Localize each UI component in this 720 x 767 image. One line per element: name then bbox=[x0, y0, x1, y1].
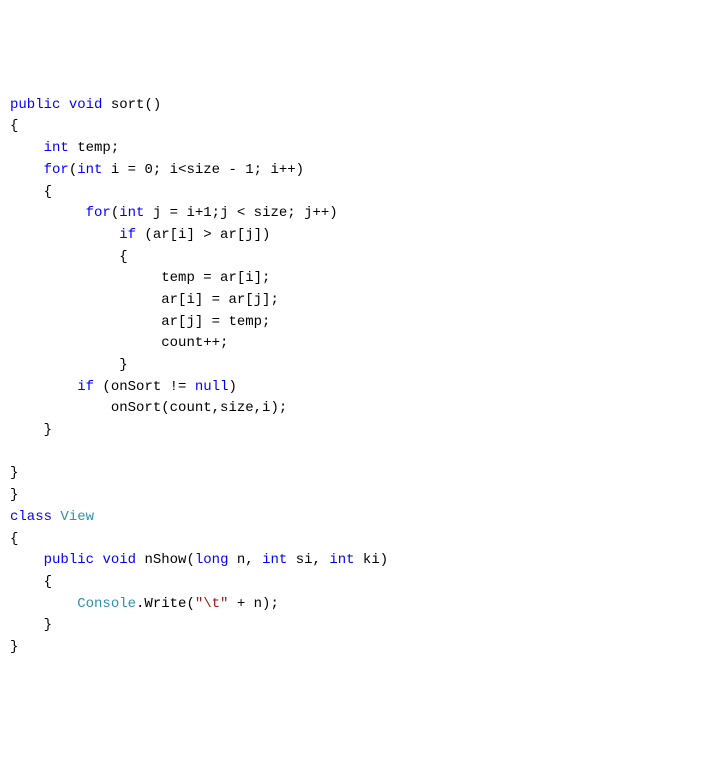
line: { bbox=[10, 118, 18, 134]
keyword-for: for bbox=[44, 162, 69, 178]
line: ar[i] = ar[j]; bbox=[10, 292, 279, 308]
line: } bbox=[10, 487, 18, 503]
line: { bbox=[10, 574, 52, 590]
line: Console.Write("\t" + n); bbox=[10, 596, 279, 612]
statement: ar[j] = temp; bbox=[161, 314, 270, 330]
keyword-class: class bbox=[10, 509, 52, 525]
line: if (ar[i] > ar[j]) bbox=[10, 227, 270, 243]
line: count++; bbox=[10, 335, 228, 351]
line: if (onSort != null) bbox=[10, 379, 237, 395]
keyword-int: int bbox=[262, 552, 287, 568]
keyword-int: int bbox=[329, 552, 354, 568]
call: .Write( bbox=[136, 596, 195, 612]
if-condition: (onSort != bbox=[94, 379, 195, 395]
class-name: View bbox=[60, 509, 94, 525]
line: } bbox=[10, 357, 128, 373]
line: for(int j = i+1;j < size; j++) bbox=[10, 205, 338, 221]
code-block: public void sort() { int temp; for(int i… bbox=[10, 95, 710, 659]
line: public void nShow(long n, int si, int ki… bbox=[10, 552, 388, 568]
line: { bbox=[10, 184, 52, 200]
line: } bbox=[10, 465, 18, 481]
class-console: Console bbox=[77, 596, 136, 612]
keyword-void: void bbox=[69, 97, 103, 113]
var-decl: temp; bbox=[69, 140, 119, 156]
line: temp = ar[i]; bbox=[10, 270, 270, 286]
line: } bbox=[10, 422, 52, 438]
for-header: j = i+1;j < size; j++) bbox=[144, 205, 337, 221]
statement: ar[i] = ar[j]; bbox=[161, 292, 279, 308]
line: onSort(count,size,i); bbox=[10, 400, 287, 416]
line: ar[j] = temp; bbox=[10, 314, 270, 330]
line: int temp; bbox=[10, 140, 119, 156]
keyword-int: int bbox=[77, 162, 102, 178]
keyword-if: if bbox=[77, 379, 94, 395]
keyword-null: null bbox=[195, 379, 229, 395]
line: { bbox=[10, 531, 18, 547]
line: } bbox=[10, 639, 18, 655]
keyword-long: long bbox=[195, 552, 229, 568]
keyword-for: for bbox=[86, 205, 111, 221]
keyword-void: void bbox=[102, 552, 136, 568]
statement: temp = ar[i]; bbox=[161, 270, 270, 286]
line: for(int i = 0; i<size - 1; i++) bbox=[10, 162, 304, 178]
call: onSort(count,size,i); bbox=[111, 400, 287, 416]
method-name: sort() bbox=[102, 97, 161, 113]
line: public void sort() bbox=[10, 97, 161, 113]
keyword-public: public bbox=[44, 552, 94, 568]
line: class View bbox=[10, 509, 94, 525]
for-header: i = 0; i<size - 1; i++) bbox=[102, 162, 304, 178]
line: { bbox=[10, 249, 128, 265]
if-condition: (ar[i] > ar[j]) bbox=[136, 227, 270, 243]
keyword-int: int bbox=[44, 140, 69, 156]
keyword-int: int bbox=[119, 205, 144, 221]
keyword-public: public bbox=[10, 97, 60, 113]
statement: count++; bbox=[161, 335, 228, 351]
keyword-if: if bbox=[119, 227, 136, 243]
string-literal: "\t" bbox=[195, 596, 229, 612]
method-name: nShow( bbox=[136, 552, 195, 568]
line: } bbox=[10, 617, 52, 633]
